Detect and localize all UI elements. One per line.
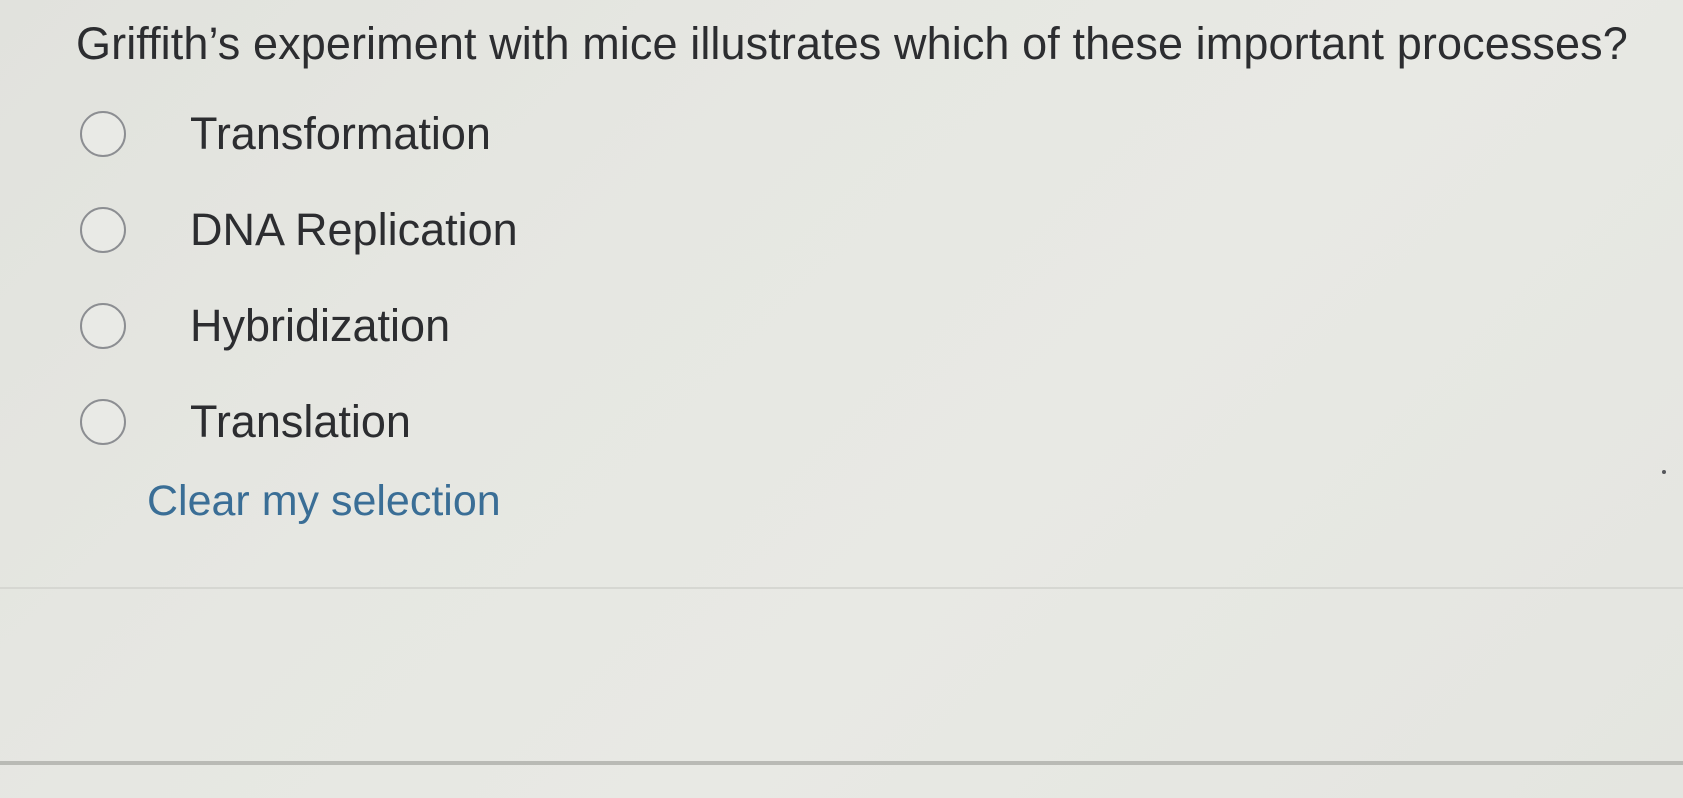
radio-button[interactable]: [80, 303, 126, 349]
option-transformation[interactable]: Transformation: [80, 86, 518, 182]
answer-options: Transformation DNA Replication Hybridiza…: [80, 86, 518, 470]
option-hybridization[interactable]: Hybridization: [80, 278, 518, 374]
radio-button[interactable]: [80, 399, 126, 445]
screen-speck: [1662, 470, 1666, 474]
divider: [0, 587, 1683, 589]
option-translation[interactable]: Translation: [80, 374, 518, 470]
radio-button[interactable]: [80, 207, 126, 253]
radio-button[interactable]: [80, 111, 126, 157]
option-label: DNA Replication: [190, 204, 518, 255]
option-label: Translation: [190, 396, 411, 447]
divider: [0, 761, 1683, 765]
option-label: Hybridization: [190, 300, 451, 351]
question-text: Griffith’s experiment with mice illustra…: [76, 18, 1628, 69]
option-label: Transformation: [190, 108, 491, 159]
clear-selection-link[interactable]: Clear my selection: [147, 471, 501, 531]
option-dna-replication[interactable]: DNA Replication: [80, 182, 518, 278]
